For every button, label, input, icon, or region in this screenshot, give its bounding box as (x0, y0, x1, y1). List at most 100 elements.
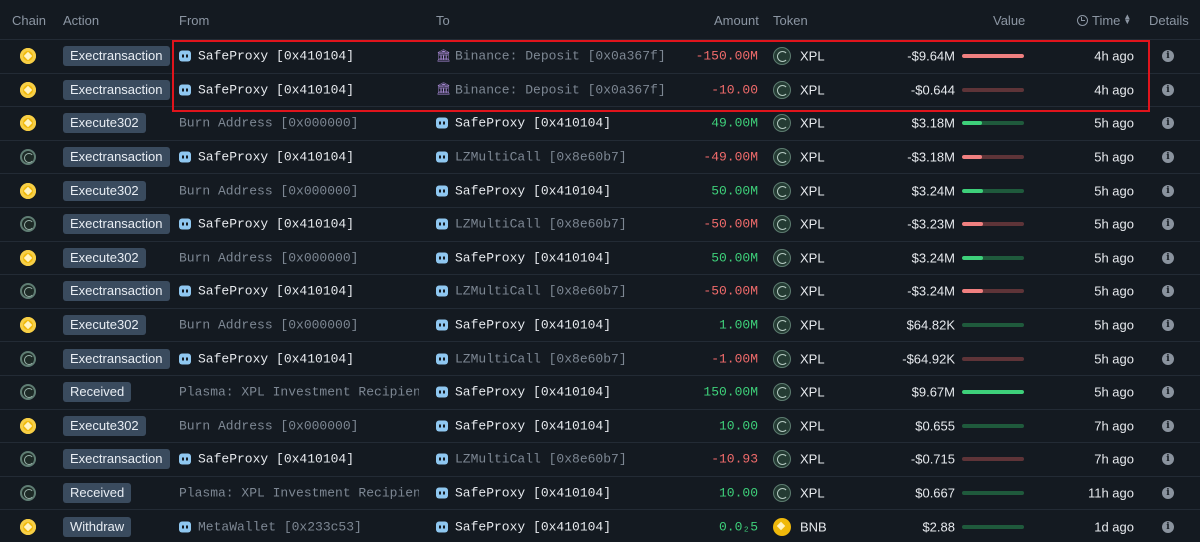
table-row[interactable]: Execute302 Burn Address [0x000000] SafePro… (0, 174, 1200, 208)
action-badge[interactable]: Received (63, 382, 132, 403)
table-row[interactable]: Received Plasma: XPL Investment Recipient… (0, 376, 1200, 410)
info-icon[interactable]: i (1162, 487, 1174, 500)
info-icon[interactable]: i (1162, 117, 1174, 130)
token-symbol[interactable]: XPL (800, 82, 825, 97)
info-icon[interactable]: i (1162, 184, 1174, 197)
table-header: Chain Action From To Amount Token Value … (0, 0, 1200, 40)
to-address-link[interactable]: LZMultiCall [0x8e60b7] (436, 150, 627, 165)
info-icon[interactable]: i (1162, 50, 1174, 63)
table-row[interactable]: Exectransaction SafeProxy [0x410104] 🏛 Bina… (0, 74, 1200, 108)
table-row[interactable]: Withdraw MetaWallet [0x233c53] SafeProxy [… (0, 510, 1200, 542)
to-address-link[interactable]: 🏛 Binance: Deposit [0x0a367f] (436, 82, 666, 97)
table-row[interactable]: Received Plasma: XPL Investment Recipient… (0, 477, 1200, 511)
token-symbol[interactable]: XPL (800, 351, 825, 366)
from-address-link[interactable]: SafeProxy [0x410104] (179, 284, 354, 299)
to-address-link[interactable]: SafeProxy [0x410104] (436, 519, 611, 534)
to-address-link[interactable]: SafeProxy [0x410104] (436, 116, 611, 131)
table-row[interactable]: Execute302 Burn Address [0x000000] SafePro… (0, 242, 1200, 276)
token-symbol[interactable]: XPL (800, 217, 825, 232)
value-bar (962, 155, 1024, 160)
action-badge[interactable]: Exectransaction (63, 79, 170, 100)
table-row[interactable]: Execute302 Burn Address [0x000000] SafePro… (0, 107, 1200, 141)
action-badge[interactable]: Exectransaction (63, 46, 170, 67)
token-symbol[interactable]: XPL (800, 250, 825, 265)
from-address-link[interactable]: SafeProxy [0x410104] (179, 351, 354, 366)
token-symbol[interactable]: XPL (800, 150, 825, 165)
to-address-link[interactable]: SafeProxy [0x410104] (436, 486, 611, 501)
info-icon[interactable]: i (1162, 251, 1174, 264)
table-row[interactable]: Exectransaction SafeProxy [0x410104] LZMul… (0, 342, 1200, 376)
token-symbol[interactable]: XPL (800, 318, 825, 333)
table-row[interactable]: Exectransaction SafeProxy [0x410104] LZMul… (0, 275, 1200, 309)
action-badge[interactable]: Withdraw (63, 516, 132, 537)
from-address-link[interactable]: SafeProxy [0x410104] (179, 82, 354, 97)
info-icon[interactable]: i (1162, 285, 1174, 298)
action-badge[interactable]: Exectransaction (63, 281, 170, 302)
to-address-link[interactable]: LZMultiCall [0x8e60b7] (436, 351, 627, 366)
from-address-link[interactable]: SafeProxy [0x410104] (179, 150, 354, 165)
to-address-link[interactable]: 🏛 Binance: Deposit [0x0a367f] (436, 49, 666, 64)
action-badge[interactable]: Exectransaction (63, 147, 170, 168)
token-symbol[interactable]: XPL (800, 116, 825, 131)
action-badge[interactable]: Execute302 (63, 180, 146, 201)
from-address-link[interactable]: Burn Address [0x000000] (179, 250, 358, 265)
to-address-link[interactable]: SafeProxy [0x410104] (436, 250, 611, 265)
from-address-link[interactable]: SafeProxy [0x410104] (179, 217, 354, 232)
info-icon[interactable]: i (1162, 218, 1174, 231)
usd-value: $9.67M (911, 384, 955, 400)
from-address-link[interactable]: Plasma: XPL Investment Recipient … (179, 486, 419, 501)
header-value[interactable]: Value (993, 13, 1025, 28)
info-icon[interactable]: i (1162, 453, 1174, 466)
table-row[interactable]: Execute302 Burn Address [0x000000] SafePro… (0, 410, 1200, 444)
token-symbol[interactable]: XPL (800, 49, 825, 64)
table-row[interactable]: Exectransaction SafeProxy [0x410104] 🏛 Bina… (0, 40, 1200, 74)
amount-value: -10.00 (711, 82, 758, 98)
info-icon[interactable]: i (1162, 520, 1174, 533)
token-symbol[interactable]: XPL (800, 385, 825, 400)
info-icon[interactable]: i (1162, 151, 1174, 164)
sort-icon[interactable]: ▲ ▼ (1123, 13, 1131, 26)
to-address-link[interactable]: LZMultiCall [0x8e60b7] (436, 452, 627, 467)
from-address-link[interactable]: MetaWallet [0x233c53] (179, 519, 362, 534)
action-badge[interactable]: Exectransaction (63, 449, 170, 470)
from-address-link[interactable]: Burn Address [0x000000] (179, 418, 358, 433)
token-symbol[interactable]: BNB (800, 519, 827, 534)
header-time[interactable]: Time ▲ ▼ (1077, 13, 1131, 28)
from-address-link[interactable]: Burn Address [0x000000] (179, 183, 358, 198)
table-row[interactable]: Exectransaction SafeProxy [0x410104] LZMul… (0, 208, 1200, 242)
header-amount[interactable]: Amount (714, 13, 759, 28)
from-address-link[interactable]: Plasma: XPL Investment Recipient … (179, 385, 419, 400)
table-row[interactable]: Exectransaction SafeProxy [0x410104] LZMul… (0, 141, 1200, 175)
action-badge[interactable]: Exectransaction (63, 348, 170, 369)
info-icon[interactable]: i (1162, 386, 1174, 399)
action-badge[interactable]: Received (63, 483, 132, 504)
to-address-link[interactable]: SafeProxy [0x410104] (436, 318, 611, 333)
usd-value: -$3.24M (907, 283, 955, 299)
to-address-link[interactable]: SafeProxy [0x410104] (436, 418, 611, 433)
action-badge[interactable]: Execute302 (63, 113, 146, 134)
from-address-link[interactable]: Burn Address [0x000000] (179, 116, 358, 131)
token-symbol[interactable]: XPL (800, 418, 825, 433)
token-symbol[interactable]: XPL (800, 183, 825, 198)
to-address-link[interactable]: SafeProxy [0x410104] (436, 385, 611, 400)
token-symbol[interactable]: XPL (800, 452, 825, 467)
table-row[interactable]: Execute302 Burn Address [0x000000] SafePro… (0, 309, 1200, 343)
from-address-link[interactable]: Burn Address [0x000000] (179, 318, 358, 333)
action-badge[interactable]: Execute302 (63, 247, 146, 268)
info-icon[interactable]: i (1162, 352, 1174, 365)
table-row[interactable]: Exectransaction SafeProxy [0x410104] LZMul… (0, 443, 1200, 477)
action-badge[interactable]: Exectransaction (63, 214, 170, 235)
info-icon[interactable]: i (1162, 419, 1174, 432)
to-address-text: LZMultiCall [0x8e60b7] (455, 451, 627, 467)
action-badge[interactable]: Execute302 (63, 415, 146, 436)
from-address-link[interactable]: SafeProxy [0x410104] (179, 49, 354, 64)
from-address-link[interactable]: SafeProxy [0x410104] (179, 452, 354, 467)
to-address-link[interactable]: LZMultiCall [0x8e60b7] (436, 217, 627, 232)
info-icon[interactable]: i (1162, 83, 1174, 96)
action-badge[interactable]: Execute302 (63, 315, 146, 336)
token-symbol[interactable]: XPL (800, 284, 825, 299)
to-address-link[interactable]: LZMultiCall [0x8e60b7] (436, 284, 627, 299)
token-symbol[interactable]: XPL (800, 486, 825, 501)
to-address-link[interactable]: SafeProxy [0x410104] (436, 183, 611, 198)
info-icon[interactable]: i (1162, 319, 1174, 332)
